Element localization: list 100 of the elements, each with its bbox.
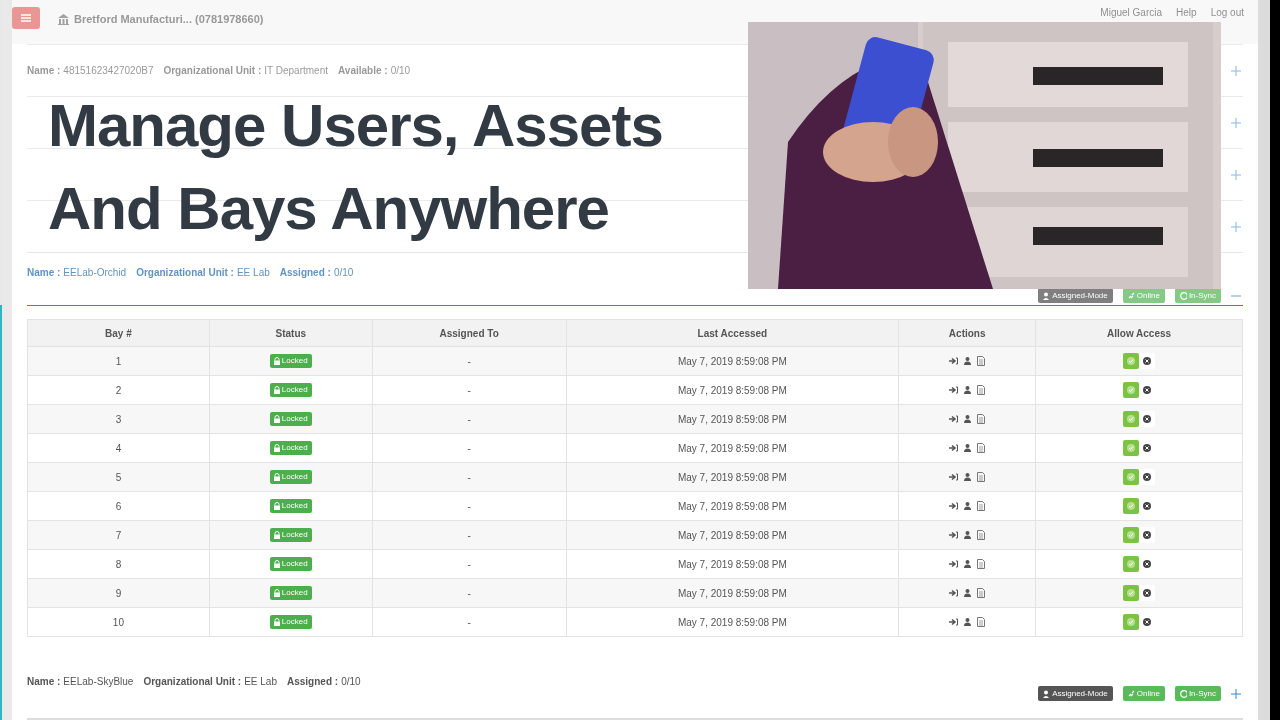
table-cell: - [372, 433, 567, 463]
document-icon [977, 501, 986, 511]
plus-icon [1231, 688, 1241, 699]
sign-in-button[interactable] [949, 357, 959, 365]
status-label: Locked [269, 527, 312, 542]
arrow-icon [949, 415, 959, 423]
sign-in-button[interactable] [949, 473, 959, 481]
user-icon [964, 473, 972, 481]
table-cell: May 7, 2019 8:59:08 PM [566, 491, 899, 521]
deny-button[interactable] [1139, 469, 1156, 485]
status-label: In-Sync [1174, 686, 1221, 701]
table-cell: May 7, 2019 8:59:08 PM [566, 578, 899, 608]
user-button[interactable] [964, 589, 972, 597]
table-cell: May 7, 2019 8:59:08 PM [566, 375, 899, 405]
sign-in-button[interactable] [949, 531, 959, 539]
lock-icon [273, 443, 280, 452]
document-icon [977, 414, 986, 424]
sign-in-button[interactable] [949, 444, 959, 452]
lock-icon [273, 356, 280, 365]
user-button[interactable] [964, 618, 972, 626]
deny-button[interactable] [1139, 411, 1156, 427]
user-icon [964, 415, 972, 423]
help-link[interactable]: Help [1176, 7, 1197, 19]
document-button[interactable] [977, 617, 986, 627]
check-circle-icon [1127, 589, 1136, 597]
table-cell: May 7, 2019 8:59:08 PM [566, 607, 899, 637]
status-label: Locked [269, 498, 312, 513]
logout-link[interactable]: Log out [1210, 7, 1244, 19]
user-button[interactable] [964, 444, 972, 452]
document-button[interactable] [977, 559, 986, 569]
user-button[interactable] [964, 502, 972, 510]
check-circle-icon [1127, 502, 1136, 510]
table-cell: May 7, 2019 8:59:08 PM [566, 433, 899, 463]
table-cell: - [372, 607, 567, 637]
table-cell: - [372, 462, 567, 492]
document-button[interactable] [977, 501, 986, 511]
lock-icon [273, 530, 280, 539]
table-cell: - [372, 404, 567, 434]
user-link[interactable]: Miguel Garcia [1100, 7, 1163, 19]
field-value: 0/10 [390, 64, 411, 78]
sign-in-button[interactable] [949, 415, 959, 423]
sign-in-button[interactable] [949, 618, 959, 626]
field-label: Name : [27, 64, 61, 78]
user-icon [964, 444, 972, 452]
lock-icon [273, 617, 280, 626]
document-icon [977, 385, 986, 395]
deny-button[interactable] [1139, 527, 1156, 543]
document-button[interactable] [977, 414, 986, 424]
user-button[interactable] [964, 386, 972, 394]
field-label: Name : [27, 266, 61, 280]
sign-in-button[interactable] [949, 560, 959, 568]
close-icon [1143, 531, 1152, 539]
status-label: Locked [269, 353, 312, 368]
sign-in-button[interactable] [949, 386, 959, 394]
document-icon [977, 617, 986, 627]
field-value: 48151623427020B7 [63, 64, 154, 78]
headline-text: Manage Users, Assets [48, 91, 663, 161]
user-button[interactable] [964, 415, 972, 423]
lock-icon [273, 501, 280, 510]
company-name: Bretford Manufacturi... (0781978660) [74, 12, 264, 27]
field-value: EE Lab [244, 675, 277, 689]
document-icon [977, 530, 986, 540]
close-icon [1143, 415, 1152, 423]
lock-icon [273, 472, 280, 481]
status-label: Locked [269, 556, 312, 571]
document-button[interactable] [977, 443, 986, 453]
document-button[interactable] [977, 530, 986, 540]
user-button[interactable] [964, 560, 972, 568]
check-circle-icon [1127, 386, 1136, 394]
close-icon [1143, 589, 1152, 597]
document-icon [977, 559, 986, 569]
document-button[interactable] [977, 385, 986, 395]
table-cell: 2 [27, 375, 210, 405]
refresh-icon [1179, 291, 1187, 300]
field-label: Organizational Unit : [136, 266, 234, 280]
field-label: Available : [337, 64, 388, 78]
document-button[interactable] [977, 472, 986, 482]
user-button[interactable] [964, 473, 972, 481]
arrow-icon [949, 473, 959, 481]
table-cell: 6 [27, 491, 210, 521]
check-circle-icon [1127, 618, 1136, 626]
status-label: Assigned-Mode [1038, 686, 1113, 701]
signal-icon [1127, 291, 1135, 300]
arrow-icon [949, 357, 959, 365]
table-cell: May 7, 2019 8:59:08 PM [566, 346, 899, 376]
document-button[interactable] [977, 588, 986, 598]
user-button[interactable] [964, 531, 972, 539]
check-circle-icon [1127, 560, 1136, 568]
document-button[interactable] [977, 356, 986, 366]
deny-button[interactable] [1139, 353, 1156, 369]
field-label: Organizational Unit : [143, 675, 242, 689]
sign-in-button[interactable] [949, 502, 959, 510]
user-icon [1043, 291, 1051, 300]
table-cell: 7 [27, 520, 210, 550]
arrow-icon [949, 560, 959, 568]
check-circle-icon [1127, 357, 1136, 365]
user-button[interactable] [964, 357, 972, 365]
expand-button[interactable] [1231, 688, 1243, 699]
sign-in-button[interactable] [949, 589, 959, 597]
deny-button[interactable] [1139, 585, 1156, 601]
